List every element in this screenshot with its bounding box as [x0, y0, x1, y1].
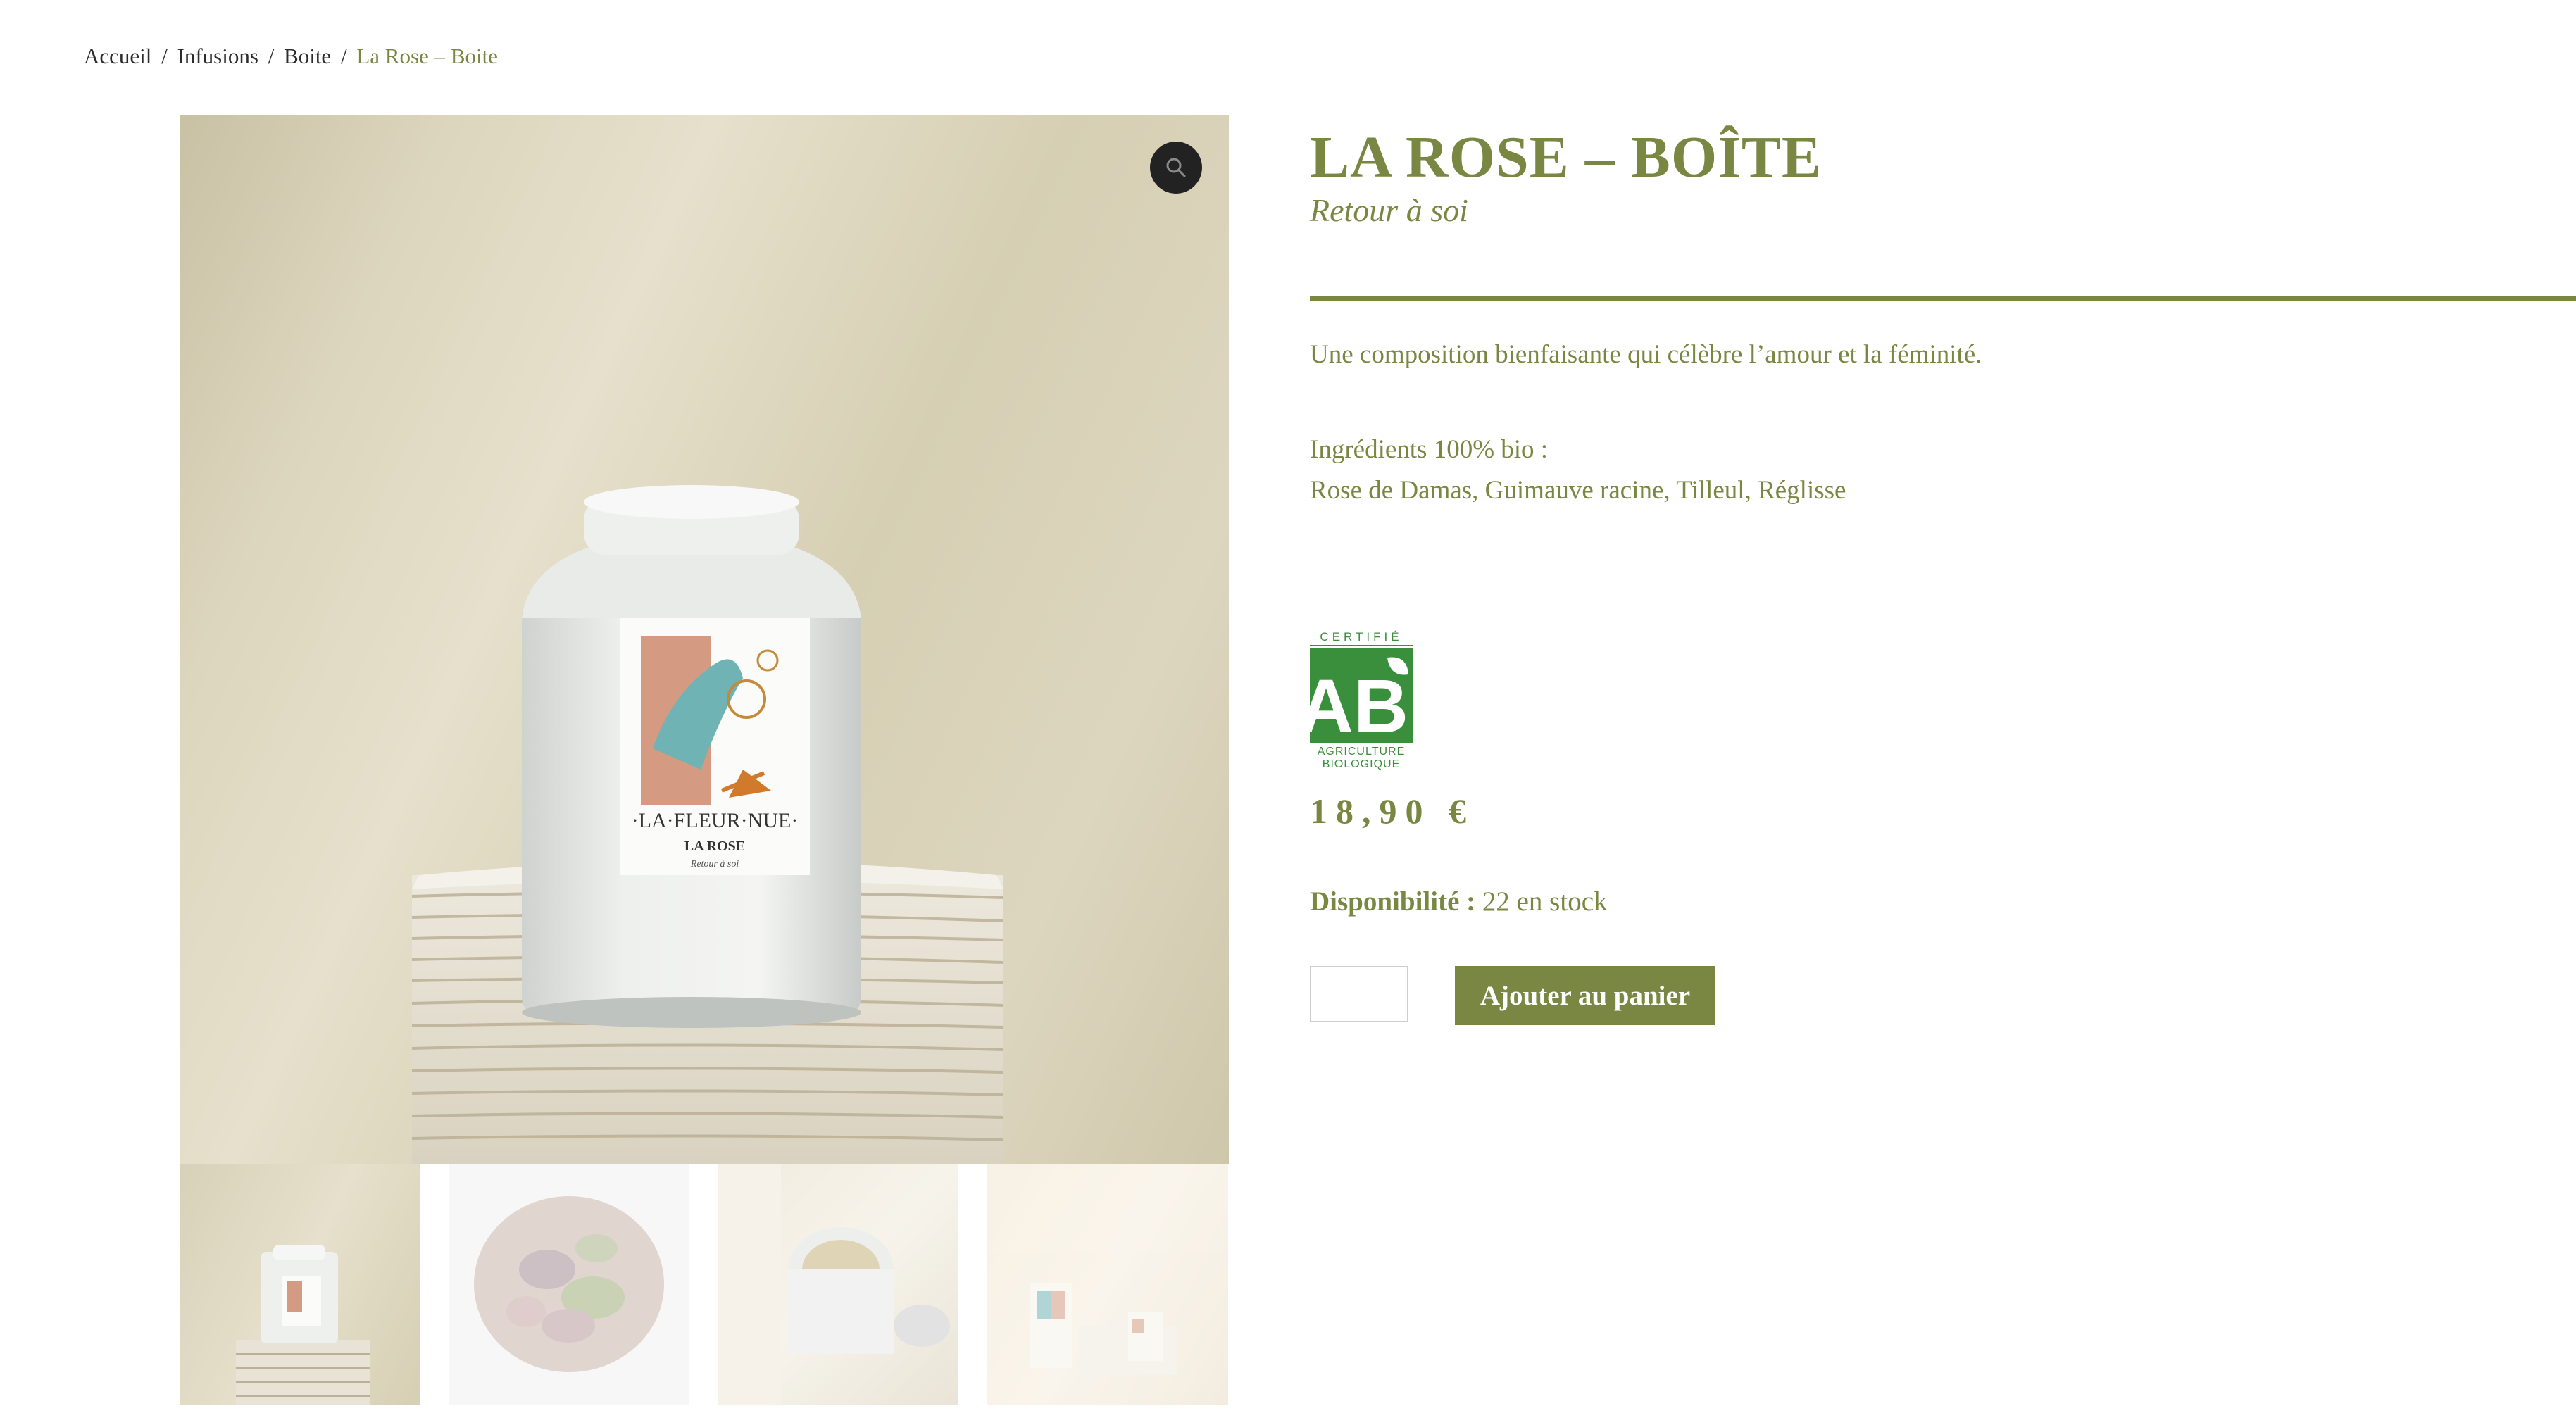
- thumbnail-tin-image: [236, 1245, 370, 1405]
- product-main-image[interactable]: ·LA·FLEUR·NUE· LA ROSE Retour à soi: [180, 115, 1229, 1164]
- magnifier-icon: [1166, 158, 1186, 177]
- ab-certification-logo: CERTIFIÉ AB AGRICULTURE BIOLOGIQUE: [1310, 627, 1413, 770]
- ab-logo-line2: BIOLOGIQUE: [1323, 758, 1400, 770]
- thumbnail-4[interactable]: [987, 1164, 1228, 1405]
- ab-logo-mark: AB: [1310, 663, 1408, 748]
- availability: Disponibilité : 22 en stock: [1310, 886, 1608, 917]
- breadcrumb-link-infusions[interactable]: Infusions: [177, 44, 258, 68]
- ingredients-list: Rose de Damas, Guimauve racine, Tilleul,…: [1310, 476, 1846, 505]
- product-title: LA ROSE – BOÎTE: [1310, 125, 1822, 190]
- ab-logo-line1: AGRICULTURE: [1318, 746, 1406, 758]
- title-divider: [1310, 296, 2576, 301]
- product-photo: ·LA·FLEUR·NUE· LA ROSE Retour à soi: [411, 485, 1004, 1164]
- thumbnail-strip: [180, 1164, 1229, 1405]
- thumbnail-1[interactable]: [180, 1164, 420, 1405]
- product-summary: LA ROSE – BOÎTE Retour à soi Une composi…: [1310, 125, 2576, 1025]
- quantity-input[interactable]: [1310, 966, 1408, 1022]
- add-to-cart-button[interactable]: Ajouter au panier: [1455, 966, 1715, 1025]
- availability-value: 22 en stock: [1482, 886, 1608, 917]
- tin-name: LA ROSE: [684, 839, 745, 854]
- ingredients-label: Ingrédients 100% bio :: [1310, 435, 1549, 464]
- thumbnail-gift-set-image: [1030, 1283, 1177, 1375]
- breadcrumb-separator: /: [161, 44, 168, 68]
- availability-label: Disponibilité :: [1310, 886, 1476, 917]
- breadcrumb-separator: /: [268, 44, 275, 68]
- tin-brand: ·LA·FLEUR·NUE·: [632, 809, 799, 832]
- product-price: 18,90 €: [1310, 791, 1475, 831]
- breadcrumb-separator: /: [340, 44, 347, 68]
- thumbnail-tin-top-image: [718, 1164, 950, 1405]
- product-description: Une composition bienfaisante qui célèbre…: [1310, 340, 1982, 369]
- thumbnail-3[interactable]: [718, 1164, 958, 1405]
- thumbnail-2[interactable]: [449, 1164, 689, 1405]
- breadcrumb: Accueil / Infusions / Boite / La Rose – …: [84, 44, 498, 69]
- tin-tagline: Retour à soi: [690, 859, 739, 870]
- breadcrumb-link-boite[interactable]: Boite: [284, 44, 331, 68]
- thumbnail-petals-image: [474, 1196, 664, 1372]
- product-subtitle: Retour à soi: [1310, 192, 1468, 229]
- zoom-button[interactable]: [1150, 142, 1202, 194]
- ab-logo-top-text: CERTIFIÉ: [1320, 630, 1402, 644]
- breadcrumb-link-home[interactable]: Accueil: [84, 44, 151, 68]
- product-ingredients: Ingrédients 100% bio : Rose de Damas, Gu…: [1310, 429, 1846, 511]
- breadcrumb-current: La Rose – Boite: [356, 44, 498, 68]
